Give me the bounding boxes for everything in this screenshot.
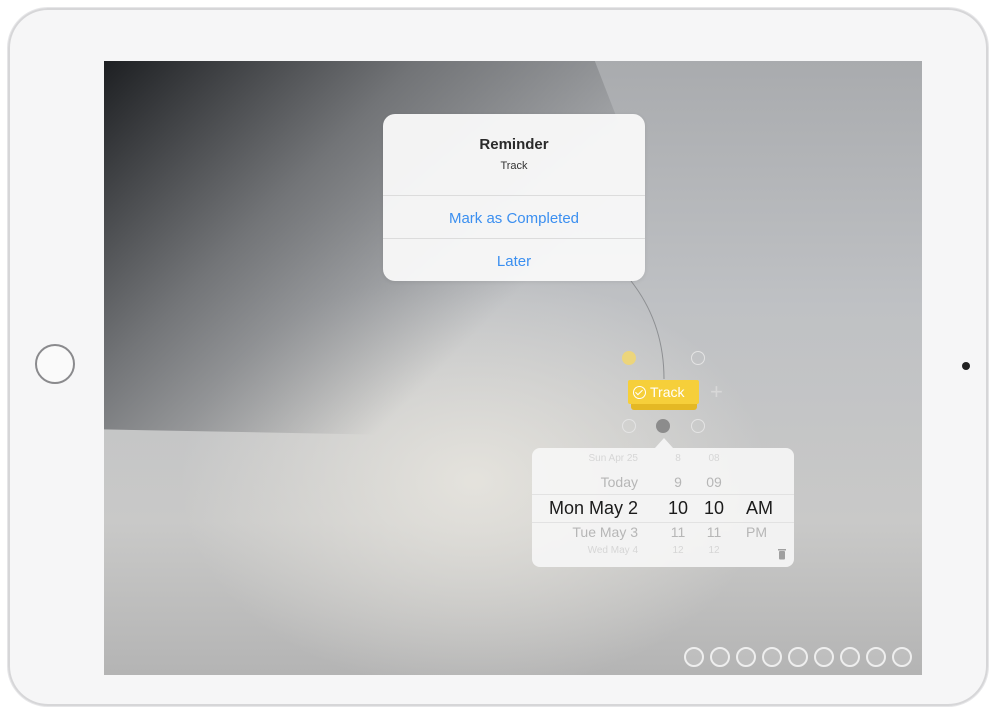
- bottom-toolbar: [684, 647, 912, 667]
- theme-icon[interactable]: [814, 647, 834, 667]
- home-button[interactable]: [35, 344, 75, 384]
- alert-divider: [383, 238, 645, 239]
- picker-date[interactable]: Wed May 4: [588, 545, 638, 556]
- picker-date[interactable]: Sun Apr 25: [589, 453, 638, 464]
- picker-date[interactable]: Mon May 2: [549, 498, 638, 519]
- copy-icon[interactable]: [762, 647, 782, 667]
- note-icon[interactable]: [691, 419, 705, 433]
- ipad-frame: Reminder Track Mark as Completed Later T…: [8, 8, 988, 706]
- picker-date[interactable]: Today: [601, 474, 638, 490]
- picker-minute[interactable]: 08: [702, 453, 726, 464]
- picker-minute[interactable]: 11: [702, 524, 726, 540]
- filter-icon[interactable]: [684, 647, 704, 667]
- globe-icon[interactable]: [736, 647, 756, 667]
- info-icon[interactable]: [656, 419, 670, 433]
- picker-row-selected[interactable]: Mon May 2 10 10 AM: [532, 498, 794, 522]
- warning-icon[interactable]: [622, 351, 636, 365]
- settings-icon[interactable]: [866, 647, 886, 667]
- completed-check-icon[interactable]: [633, 385, 646, 399]
- picker-hour[interactable]: 10: [666, 498, 690, 519]
- picker-hour[interactable]: 9: [666, 474, 690, 490]
- search-icon[interactable]: [710, 647, 730, 667]
- picker-arrow: [655, 438, 673, 448]
- app-screen: Reminder Track Mark as Completed Later T…: [104, 61, 922, 675]
- picker-hour[interactable]: 11: [666, 524, 690, 540]
- picker-selection-line: [532, 522, 794, 523]
- picker-hour[interactable]: 8: [666, 453, 690, 464]
- square-icon[interactable]: [788, 647, 808, 667]
- picker-minute[interactable]: 09: [702, 474, 726, 490]
- alert-message: Track: [500, 160, 528, 172]
- front-camera: [962, 362, 970, 370]
- picker-hour[interactable]: 12: [666, 545, 690, 556]
- node-shadow: [631, 404, 697, 410]
- checkmark-icon[interactable]: [691, 351, 705, 365]
- alert-title: Reminder: [479, 136, 549, 153]
- add-child-button[interactable]: +: [710, 379, 723, 405]
- reminder-date-picker[interactable]: Sun Apr 25 8 08 Today 9 09 Mon May 2 10 …: [532, 448, 794, 567]
- picker-row[interactable]: Today 9 09: [532, 474, 794, 498]
- picker-minute[interactable]: 12: [702, 545, 726, 556]
- node-label: Track: [650, 384, 685, 400]
- picker-ampm[interactable]: AM: [746, 498, 773, 519]
- mark-as-completed-button[interactable]: Mark as Completed: [383, 210, 645, 227]
- picker-minute[interactable]: 10: [702, 498, 726, 519]
- mindmap-node-track[interactable]: Track: [628, 380, 699, 404]
- picker-ampm[interactable]: PM: [746, 524, 767, 540]
- later-button[interactable]: Later: [383, 253, 645, 270]
- share-icon[interactable]: [840, 647, 860, 667]
- trash-icon[interactable]: [777, 548, 787, 560]
- link-icon[interactable]: [622, 419, 636, 433]
- alert-divider: [383, 195, 645, 196]
- picker-row[interactable]: Wed May 4 12 12: [532, 545, 794, 567]
- picker-date[interactable]: Tue May 3: [572, 524, 638, 540]
- reminder-alert: Reminder Track Mark as Completed Later: [383, 114, 645, 281]
- remove-icon[interactable]: [892, 647, 912, 667]
